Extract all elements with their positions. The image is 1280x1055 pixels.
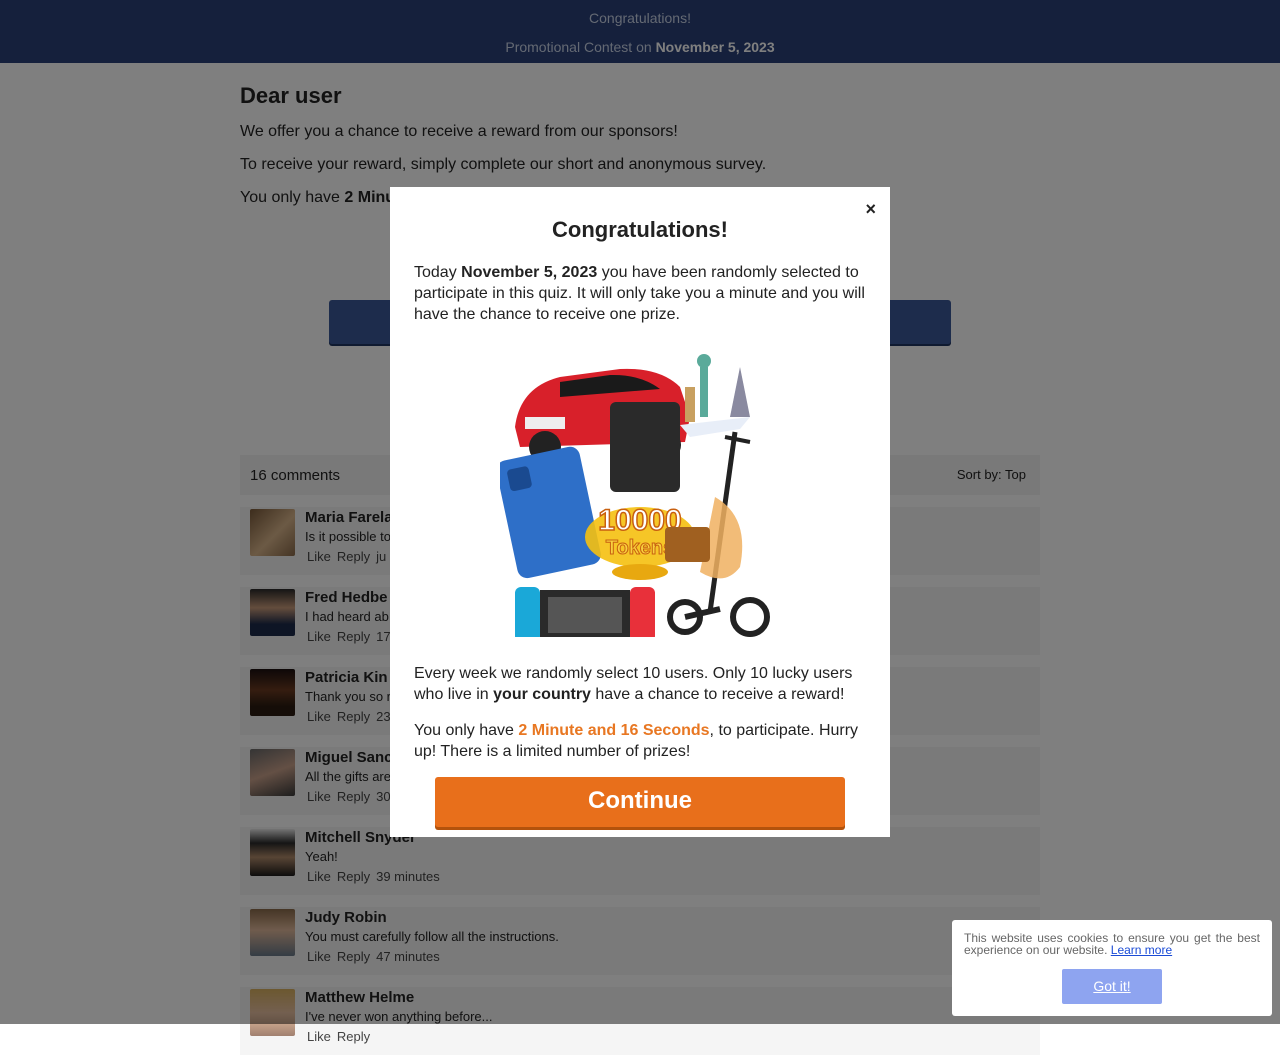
selection-country: your country [493, 686, 591, 703]
timer-prefix: You only have [414, 722, 514, 739]
countdown-timer: 2 Minute and 16 Seconds [518, 722, 710, 739]
reply-link[interactable]: Reply [337, 1029, 370, 1044]
modal-title: Congratulations! [552, 217, 728, 242]
coffee-machine-icon [610, 402, 680, 492]
congratulations-modal: × Congratulations! Today November 5, 202… [390, 187, 890, 837]
continue-button[interactable]: Continue [435, 777, 845, 827]
learn-more-link[interactable]: Learn more [1111, 943, 1172, 957]
intro-date: November 5, 2023 [461, 264, 598, 281]
svg-text:Tokens: Tokens [606, 537, 675, 559]
game-console-icon [515, 587, 655, 637]
selection-rest: have a chance to receive a reward! [595, 686, 845, 703]
landmarks-icon [685, 354, 750, 422]
like-link[interactable]: Like [307, 1029, 331, 1044]
modal-intro: Today November 5, 2023 you have been ran… [414, 262, 869, 325]
modal-selection-text: Every week we randomly select 10 users. … [414, 663, 869, 705]
tokens-icon: 10000 Tokens [585, 503, 710, 580]
cookie-text: This website uses cookies to ensure you … [964, 932, 1260, 956]
modal-timer-text: You only have 2 Minute and 16 Seconds, t… [414, 720, 869, 762]
cookie-banner: This website uses cookies to ensure you … [952, 920, 1272, 1016]
intro-prefix: Today [414, 264, 457, 281]
got-it-button[interactable]: Got it! [1062, 969, 1162, 1004]
phone-icon [500, 446, 601, 579]
prizes-image: 10000 Tokens [500, 354, 770, 637]
comment-meta: Like Reply [307, 1029, 382, 1044]
